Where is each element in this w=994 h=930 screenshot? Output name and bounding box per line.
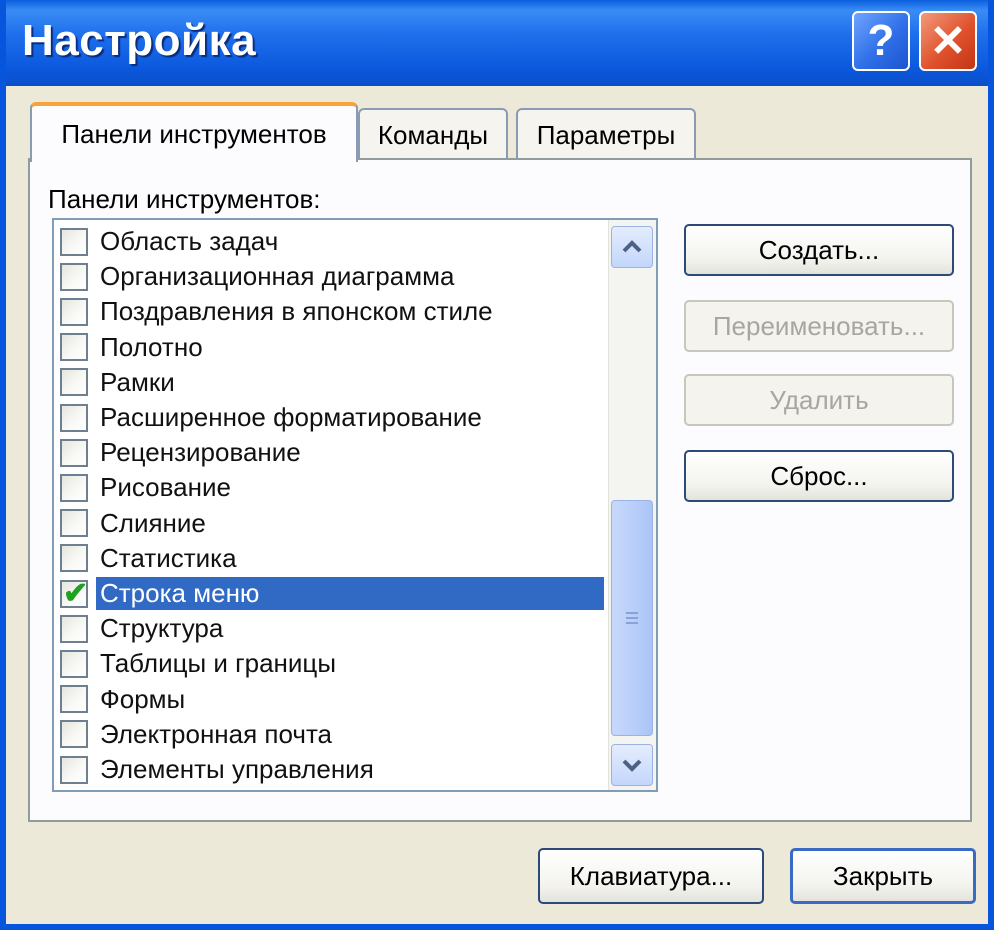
list-item[interactable]: Формы [54, 682, 604, 717]
list-item[interactable]: Рисование [54, 470, 604, 505]
chevron-down-icon [622, 759, 642, 772]
list-item[interactable]: Таблицы и границы [54, 646, 604, 681]
delete-button[interactable]: Удалить [684, 374, 954, 426]
list-item-label: Статистика [100, 542, 237, 573]
create-button[interactable]: Создать... [684, 224, 954, 276]
list-item-label: Организационная диаграмма [100, 261, 455, 292]
list-item-label: Таблицы и границы [100, 648, 337, 679]
title-bar[interactable]: Настройка ? ✕ [6, 0, 988, 86]
reset-button[interactable]: Сброс... [684, 450, 954, 502]
checkbox[interactable] [60, 368, 88, 397]
scroll-up-button[interactable] [611, 226, 653, 268]
checkbox[interactable] [60, 614, 88, 643]
list-item[interactable]: Элементы управления [54, 752, 604, 787]
toolbars-list-caption: Панели инструментов: [48, 184, 321, 214]
list-item[interactable]: Электронная почта [54, 717, 604, 752]
customize-dialog: Настройка ? ✕ Панели инструментов Команд… [0, 0, 994, 930]
checkbox[interactable] [60, 262, 88, 291]
checkbox[interactable]: ✔ [60, 577, 88, 610]
checkbox[interactable] [60, 333, 88, 362]
list-item-label: Слияние [100, 507, 206, 538]
toolbars-listbox[interactable]: Область задач Организационная диаграмма По… [52, 218, 658, 792]
list-item[interactable]: Полотно [54, 330, 604, 365]
list-item[interactable]: Расширенное форматирование [54, 400, 604, 435]
list-item-label: Структура [100, 613, 224, 644]
checkbox[interactable] [60, 438, 88, 467]
list-item[interactable]: Статистика [54, 541, 604, 576]
close-icon: ✕ [929, 16, 967, 66]
checkbox[interactable] [60, 297, 88, 326]
list-scrollbar[interactable] [608, 220, 656, 790]
list-item[interactable]: Организационная диаграмма [54, 259, 604, 294]
tab-strip: Панели инструментов Команды Параметры [26, 100, 976, 162]
list-item-label: Поздравления в японском стиле [100, 296, 493, 327]
checkbox[interactable] [60, 649, 88, 678]
close-button[interactable]: Закрыть [790, 848, 976, 904]
list-item-label: Строка меню [96, 577, 604, 610]
list-item-label: Формы [100, 683, 186, 714]
list-item[interactable]: Рамки [54, 365, 604, 400]
keyboard-button[interactable]: Клавиатура... [538, 848, 764, 904]
checkbox[interactable] [60, 720, 88, 749]
checkbox[interactable] [60, 473, 88, 502]
list-item-label: Рисование [100, 472, 231, 503]
list-item[interactable]: Область задач [54, 224, 604, 259]
rename-button[interactable]: Переименовать... [684, 300, 954, 352]
tab-panel-toolbars: Панели инструментов: Область задач Органи… [28, 158, 972, 822]
help-button[interactable]: ? [852, 11, 910, 71]
checkbox[interactable] [60, 227, 88, 256]
list-item[interactable]: ✔ Строка меню [54, 576, 604, 611]
checkbox[interactable] [60, 509, 88, 538]
tab-toolbars[interactable]: Панели инструментов [30, 102, 358, 162]
list-item-label: Расширенное форматирование [100, 402, 482, 432]
list-item[interactable]: Слияние [54, 506, 604, 541]
checkbox[interactable] [60, 685, 88, 714]
list-item-label: Область задач [100, 226, 279, 256]
checkmark-icon: ✔ [63, 576, 89, 610]
tab-commands[interactable]: Команды [358, 108, 508, 160]
tab-options[interactable]: Параметры [516, 108, 696, 160]
dialog-title: Настройка [22, 16, 257, 65]
list-item[interactable]: Поздравления в японском стиле [54, 294, 604, 329]
checkbox[interactable] [60, 755, 88, 784]
checkbox[interactable] [60, 544, 88, 573]
help-icon: ? [867, 16, 895, 65]
list-item[interactable]: Рецензирование [54, 435, 604, 470]
chevron-up-icon [622, 240, 642, 253]
list-item-label: Рецензирование [100, 437, 301, 468]
close-window-button[interactable]: ✕ [919, 11, 977, 71]
scroll-thumb[interactable] [611, 500, 653, 736]
scroll-down-button[interactable] [611, 744, 653, 786]
grip-icon [626, 612, 638, 624]
list-item-label: Рамки [100, 366, 175, 397]
list-item-label: Элементы управления [100, 754, 374, 784]
list-item-label: Полотно [100, 331, 203, 362]
list-item[interactable]: Структура [54, 611, 604, 646]
list-item-label: Электронная почта [100, 718, 333, 749]
checkbox[interactable] [60, 403, 88, 432]
